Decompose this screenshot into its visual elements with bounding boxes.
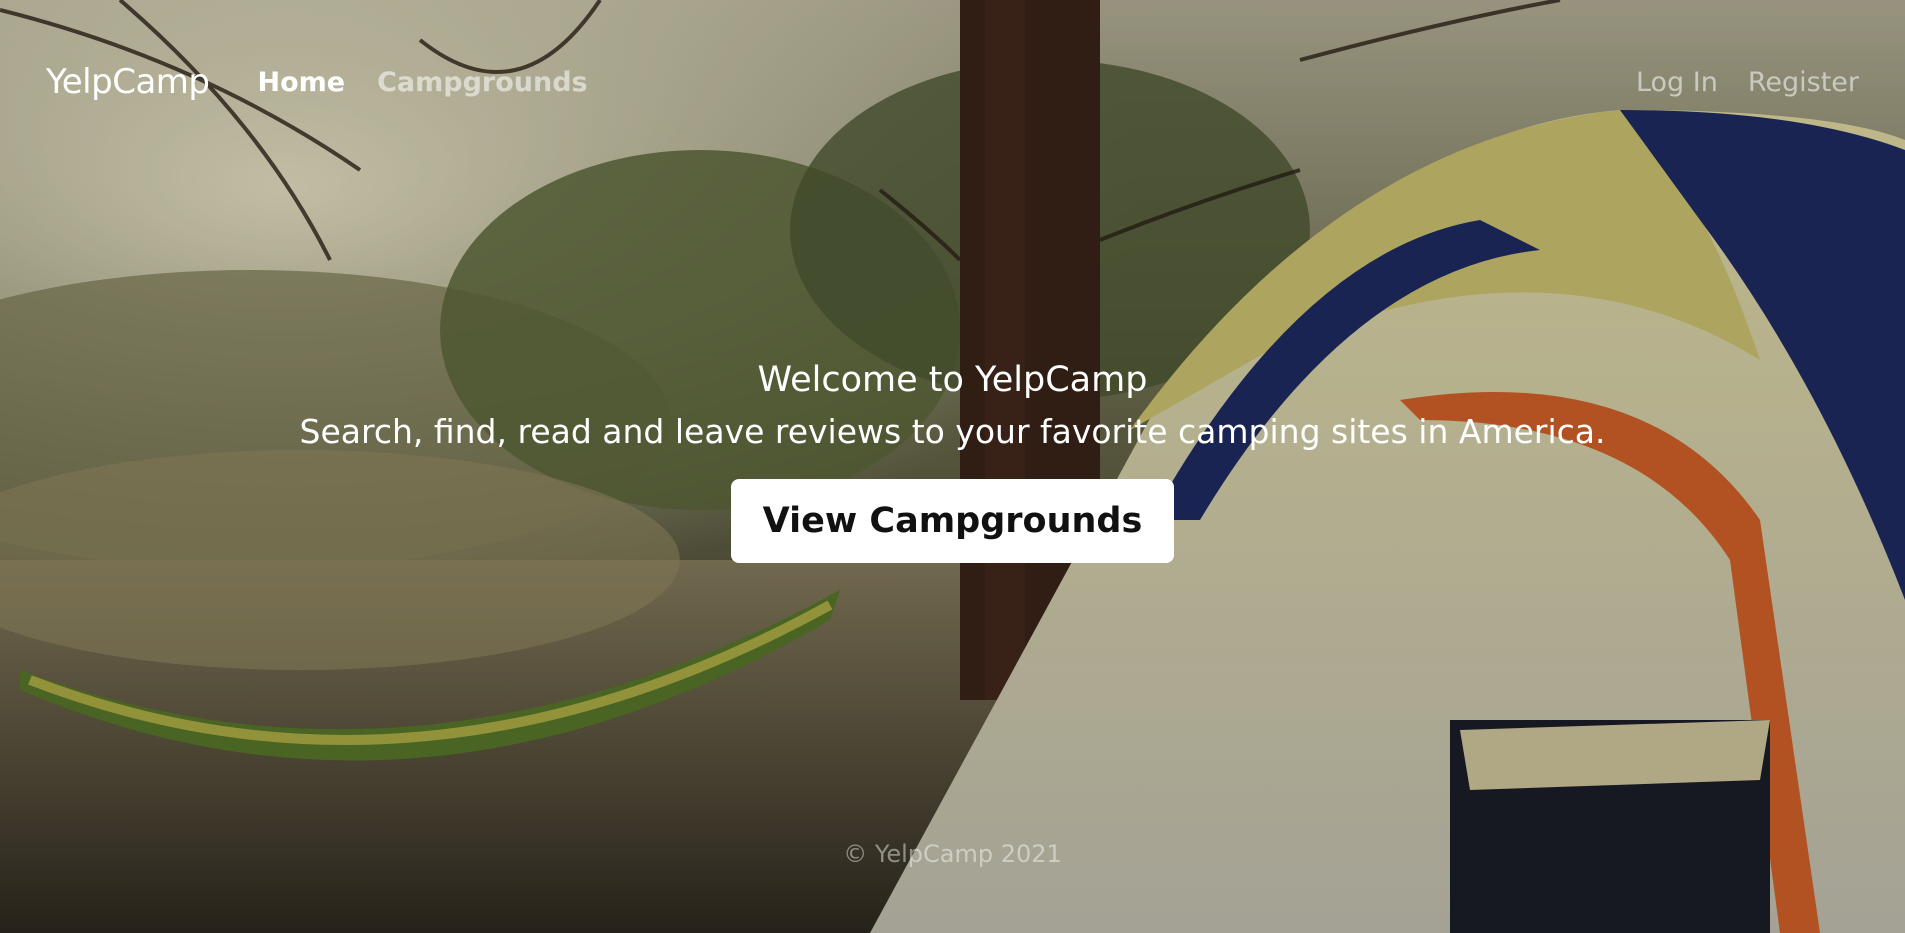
top-navbar: YelpCamp Home Campgrounds Log In Registe… xyxy=(0,0,1905,164)
brand-logo-link[interactable]: YelpCamp xyxy=(46,62,210,102)
view-campgrounds-button[interactable]: View Campgrounds xyxy=(730,479,1175,563)
hero-subtitle: Search, find, read and leave reviews to … xyxy=(299,412,1606,451)
nav-link-campgrounds[interactable]: Campgrounds xyxy=(377,67,588,98)
nav-right-group: Log In Register xyxy=(1606,67,1859,98)
login-link[interactable]: Log In xyxy=(1636,67,1718,98)
footer-copyright: © YelpCamp 2021 xyxy=(843,840,1062,868)
register-link[interactable]: Register xyxy=(1748,67,1859,98)
landing-page: YelpCamp Home Campgrounds Log In Registe… xyxy=(0,0,1905,933)
nav-link-home[interactable]: Home xyxy=(257,67,345,98)
hero-title: Welcome to YelpCamp xyxy=(757,360,1148,400)
hero-section: Welcome to YelpCamp Search, find, read a… xyxy=(0,360,1905,563)
nav-left-group: YelpCamp Home Campgrounds xyxy=(46,62,620,102)
